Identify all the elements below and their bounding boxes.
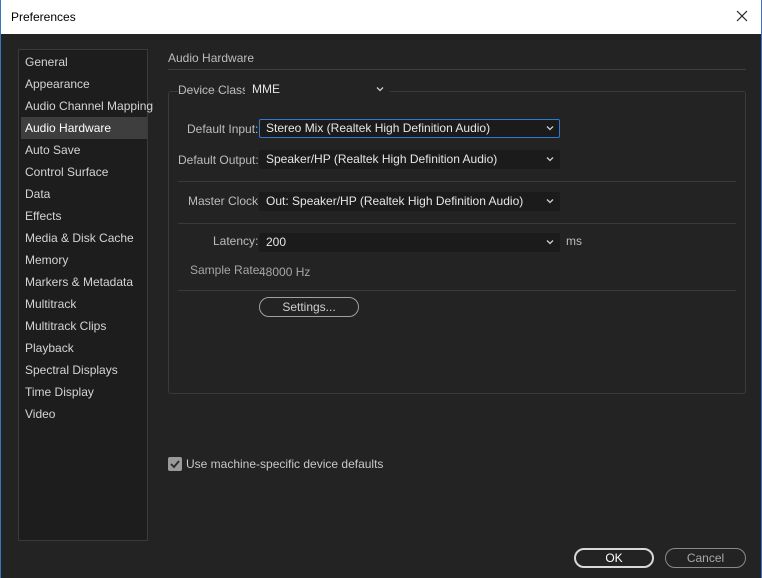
default-output-dropdown[interactable]: Speaker/HP (Realtek High Definition Audi… <box>259 150 560 169</box>
sidebar-item-appearance[interactable]: Appearance <box>21 73 147 95</box>
sidebar-item-time-display[interactable]: Time Display <box>21 381 147 403</box>
default-input-value: Stereo Mix (Realtek High Definition Audi… <box>266 121 491 135</box>
sidebar-item-video[interactable]: Video <box>21 403 147 425</box>
settings-button[interactable]: Settings... <box>259 297 359 317</box>
latency-value: 200 <box>266 235 287 249</box>
sidebar-item-audio-hardware[interactable]: Audio Hardware <box>21 117 147 139</box>
ok-button[interactable]: OK <box>574 548 654 568</box>
checkmark-icon <box>170 460 180 469</box>
window-title: Preferences <box>11 10 76 24</box>
latency-unit: ms <box>566 234 582 248</box>
chevron-down-icon <box>546 240 554 245</box>
divider <box>178 181 736 182</box>
machine-defaults-label: Use machine-specific device defaults <box>186 457 384 471</box>
sidebar-item-audio-channel-mapping[interactable]: Audio Channel Mapping <box>21 95 153 117</box>
sidebar-item-general[interactable]: General <box>21 51 147 73</box>
cancel-button[interactable]: Cancel <box>665 548 746 568</box>
chevron-down-icon <box>546 126 554 131</box>
sidebar-item-auto-save[interactable]: Auto Save <box>21 139 147 161</box>
chevron-down-icon <box>376 87 384 92</box>
sample-rate-value: 48000 Hz <box>259 265 311 279</box>
title-bar: Preferences <box>0 0 762 34</box>
close-icon <box>736 10 748 22</box>
sidebar-item-data[interactable]: Data <box>21 183 147 205</box>
sidebar-item-effects[interactable]: Effects <box>21 205 147 227</box>
sidebar-item-markers-metadata[interactable]: Markers & Metadata <box>21 271 147 293</box>
preferences-sidebar: General Appearance Audio Channel Mapping… <box>18 49 153 541</box>
divider <box>178 223 736 224</box>
divider <box>178 290 736 291</box>
device-class-value: MME <box>252 82 280 96</box>
sidebar-item-memory[interactable]: Memory <box>21 249 147 271</box>
sample-rate-label: Sample Rate: <box>190 263 263 277</box>
master-clock-value: Out: Speaker/HP (Realtek High Definition… <box>266 194 524 208</box>
default-input-label: Default Input: <box>187 122 259 136</box>
default-output-label: Default Output: <box>178 153 259 167</box>
sidebar-item-multitrack-clips[interactable]: Multitrack Clips <box>21 315 147 337</box>
device-class-dropdown[interactable]: MME <box>245 80 390 99</box>
default-output-value: Speaker/HP (Realtek High Definition Audi… <box>266 152 498 166</box>
chevron-down-icon <box>546 199 554 204</box>
default-input-dropdown[interactable]: Stereo Mix (Realtek High Definition Audi… <box>259 119 560 138</box>
latency-dropdown[interactable]: 200 <box>259 233 560 252</box>
chevron-down-icon <box>546 157 554 162</box>
latency-label: Latency: <box>213 234 259 248</box>
master-clock-dropdown[interactable]: Out: Speaker/HP (Realtek High Definition… <box>259 192 560 211</box>
machine-defaults-checkbox[interactable] <box>168 457 182 471</box>
master-clock-label: Master Clock: <box>188 194 262 208</box>
sidebar-item-multitrack[interactable]: Multitrack <box>21 293 147 315</box>
sidebar-item-media-disk-cache[interactable]: Media & Disk Cache <box>21 227 147 249</box>
sidebar-item-spectral-displays[interactable]: Spectral Displays <box>21 359 147 381</box>
section-title: Audio Hardware <box>168 51 255 65</box>
device-class-label: Device Class: <box>178 83 252 97</box>
sidebar-item-playback[interactable]: Playback <box>21 337 147 359</box>
window-border-left <box>0 34 1 578</box>
sidebar-item-control-surface[interactable]: Control Surface <box>21 161 147 183</box>
section-divider <box>168 69 746 70</box>
close-button[interactable] <box>727 2 757 30</box>
